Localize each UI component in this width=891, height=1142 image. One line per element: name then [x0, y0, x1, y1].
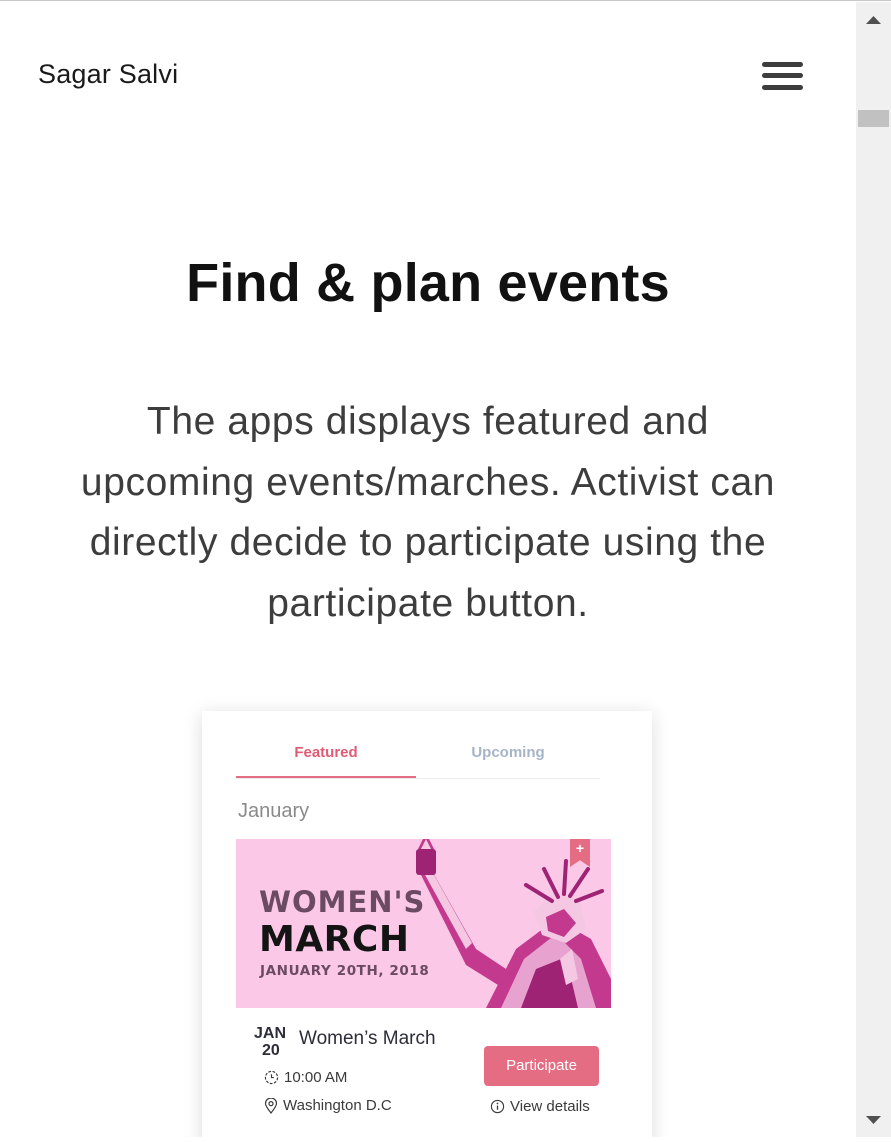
event-location: Washington D.C	[264, 1097, 392, 1114]
tab-featured[interactable]: Featured	[236, 744, 416, 778]
scroll-down-arrow-icon[interactable]	[856, 1101, 891, 1137]
statue-of-liberty-illustration	[416, 839, 611, 1008]
tab-bar: Featured Upcoming	[236, 744, 600, 779]
clock-icon	[264, 1070, 279, 1085]
event-time-text: 10:00 AM	[284, 1069, 348, 1086]
event-title[interactable]: Women’s March	[299, 1028, 436, 1050]
scroll-up-arrow-icon[interactable]	[856, 2, 891, 38]
hero-description: The apps displays featured and upcoming …	[80, 400, 776, 625]
month-label: January	[238, 800, 310, 822]
hamburger-menu-icon[interactable]	[762, 61, 804, 93]
event-location-text: Washington D.C	[283, 1097, 392, 1114]
info-icon	[490, 1099, 505, 1114]
view-details-link[interactable]: View details	[490, 1098, 590, 1115]
tab-upcoming[interactable]: Upcoming	[418, 744, 598, 778]
event-date-day: 20	[262, 1042, 280, 1059]
event-banner[interactable]: + WOMEN'S MARCH JANUARY 20TH, 2018	[236, 839, 611, 1008]
site-title[interactable]: Sagar Salvi	[38, 59, 178, 90]
page: Sagar Salvi Find & plan events The apps …	[0, 2, 856, 1137]
banner-date: JANUARY 20TH, 2018	[260, 963, 430, 979]
scroll-thumb[interactable]	[858, 110, 889, 127]
event-time: 10:00 AM	[264, 1069, 347, 1086]
banner-title-line1: WOMEN'S	[259, 885, 426, 919]
app-preview-card: Featured Upcoming January + WOMEN'S MARC…	[202, 711, 652, 1137]
view-details-label: View details	[510, 1098, 590, 1115]
participate-button[interactable]: Participate	[484, 1046, 599, 1086]
banner-title-line2: MARCH	[259, 919, 410, 960]
event-date-month: JAN	[254, 1025, 287, 1042]
page-heading: Find & plan events	[186, 253, 670, 313]
vertical-scrollbar[interactable]	[856, 2, 891, 1137]
location-pin-icon	[264, 1097, 278, 1114]
